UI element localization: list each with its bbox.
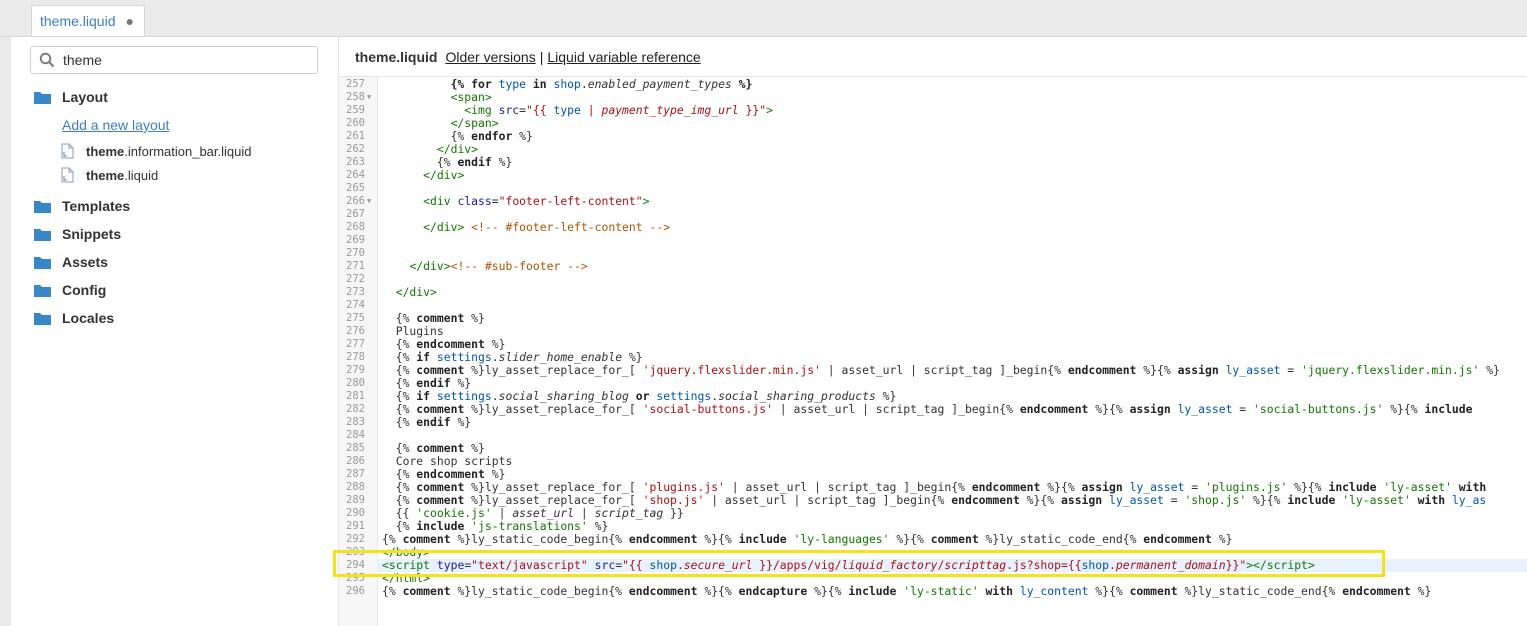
file-icon — [61, 143, 74, 159]
line-number: 259 — [346, 104, 365, 116]
line-number: 269 — [346, 234, 365, 246]
line-number: 288 — [346, 481, 365, 493]
fold-arrow-icon[interactable]: ▼ — [367, 195, 371, 208]
folder-icon — [34, 200, 51, 213]
line-number: 272 — [346, 273, 365, 285]
line-number: 280 — [346, 377, 365, 389]
editor-filename: theme.liquid — [355, 48, 438, 65]
folder-label: Layout — [62, 89, 108, 105]
folder-label: Config — [62, 282, 107, 298]
line-code: </div> <!-- #footer-left-content --> — [423, 220, 671, 234]
line-number: 270 — [346, 247, 365, 259]
add-new-layout-link[interactable]: Add a new layout — [62, 117, 169, 133]
line-number: 265 — [346, 182, 365, 194]
folder-config[interactable]: Config — [34, 279, 106, 301]
file-name-match: theme — [86, 167, 125, 183]
line-number: 267 — [346, 208, 365, 220]
folder-icon — [34, 284, 51, 297]
line-number: 281 — [346, 390, 365, 402]
search-box[interactable] — [30, 46, 318, 74]
search-icon — [39, 52, 55, 68]
line-code: </div><!-- #sub-footer --> — [409, 259, 588, 273]
tab-theme-liquid[interactable]: theme.liquid ● — [31, 5, 145, 36]
folder-label: Templates — [62, 198, 131, 214]
folder-label: Locales — [62, 310, 115, 326]
line-code: {% comment %}ly_asset_replace_for_[ 'soc… — [382, 402, 1473, 416]
line-number: 264 — [346, 169, 365, 181]
line-number: 258 — [346, 91, 365, 103]
folder-icon — [34, 312, 51, 325]
line-number: 274 — [346, 299, 365, 311]
line-number: 277 — [346, 338, 365, 350]
line-number: 286 — [346, 455, 365, 467]
line-number: 290 — [346, 507, 365, 519]
folder-icon — [34, 91, 51, 104]
left-margin — [0, 37, 11, 626]
line-number: 278 — [346, 351, 365, 363]
tab-bar: theme.liquid ● — [0, 0, 1527, 37]
file-icon — [61, 167, 74, 183]
line-number: 284 — [346, 429, 365, 441]
file-name-rest: .information_bar.liquid — [124, 143, 252, 159]
folder-snippets[interactable]: Snippets — [34, 223, 121, 245]
file-sidebar: Layout Add a new layout theme.informatio… — [11, 37, 339, 626]
line-number: 283 — [346, 416, 365, 428]
line-number: 275 — [346, 312, 365, 324]
line-number: 261 — [346, 130, 365, 142]
unsaved-dot-icon[interactable]: ● — [126, 13, 134, 29]
file-theme-information-bar[interactable]: theme.information_bar.liquid — [61, 141, 252, 161]
line-number: 257 — [346, 78, 365, 90]
header-separator: | — [539, 48, 544, 65]
editor-header: theme.liquid Older versions | Liquid var… — [339, 37, 1527, 77]
folder-icon — [34, 256, 51, 269]
line-number: 279 — [346, 364, 365, 376]
folder-assets[interactable]: Assets — [34, 251, 108, 273]
line-number: 276 — [346, 325, 365, 337]
folder-templates[interactable]: Templates — [34, 195, 130, 217]
line-number: 285 — [346, 442, 365, 454]
line-number: 271 — [346, 260, 365, 272]
line-number: 262 — [346, 143, 365, 155]
folder-locales[interactable]: Locales — [34, 307, 114, 329]
line-number: 260 — [346, 117, 365, 129]
line-code: <div class="footer-left-content"> — [423, 194, 650, 208]
line-code: {% comment %}ly_static_code_begin{% endc… — [382, 584, 1432, 598]
file-name-match: theme — [86, 143, 125, 159]
line-number: 291 — [346, 520, 365, 532]
line-number: 289 — [346, 494, 365, 506]
line-number: 268 — [346, 221, 365, 233]
line-code: </div> — [423, 168, 465, 182]
file-name-rest: .liquid — [124, 167, 159, 183]
folder-layout[interactable]: Layout — [34, 86, 108, 108]
line-code: {% endif %} — [382, 415, 472, 429]
older-versions-link[interactable]: Older versions — [445, 49, 535, 65]
file-theme-liquid[interactable]: theme.liquid — [61, 165, 158, 185]
liquid-variable-reference-link[interactable]: Liquid variable reference — [547, 49, 700, 65]
line-number: 287 — [346, 468, 365, 480]
highlight-annotation-box — [333, 550, 1385, 577]
line-number: 263 — [346, 156, 365, 168]
line-code: {% comment %}ly_static_code_begin{% endc… — [382, 532, 1233, 546]
folder-label: Snippets — [62, 226, 122, 242]
line-number: 296 — [346, 585, 365, 597]
line-code: </div> — [395, 285, 437, 299]
fold-arrow-icon[interactable]: ▼ — [367, 91, 371, 104]
folder-icon — [34, 228, 51, 241]
line-number: 273 — [346, 286, 365, 298]
code-editor[interactable]: 257 {% for type in shop.enabled_payment_… — [339, 77, 1527, 626]
line-number: 266 — [346, 195, 365, 207]
line-number: 292 — [346, 533, 365, 545]
folder-label: Assets — [62, 254, 108, 270]
search-input[interactable] — [61, 51, 305, 69]
line-code: {% comment %}ly_asset_replace_for_[ 'jqu… — [382, 363, 1500, 377]
line-number: 282 — [346, 403, 365, 415]
tab-label: theme.liquid — [40, 13, 116, 29]
